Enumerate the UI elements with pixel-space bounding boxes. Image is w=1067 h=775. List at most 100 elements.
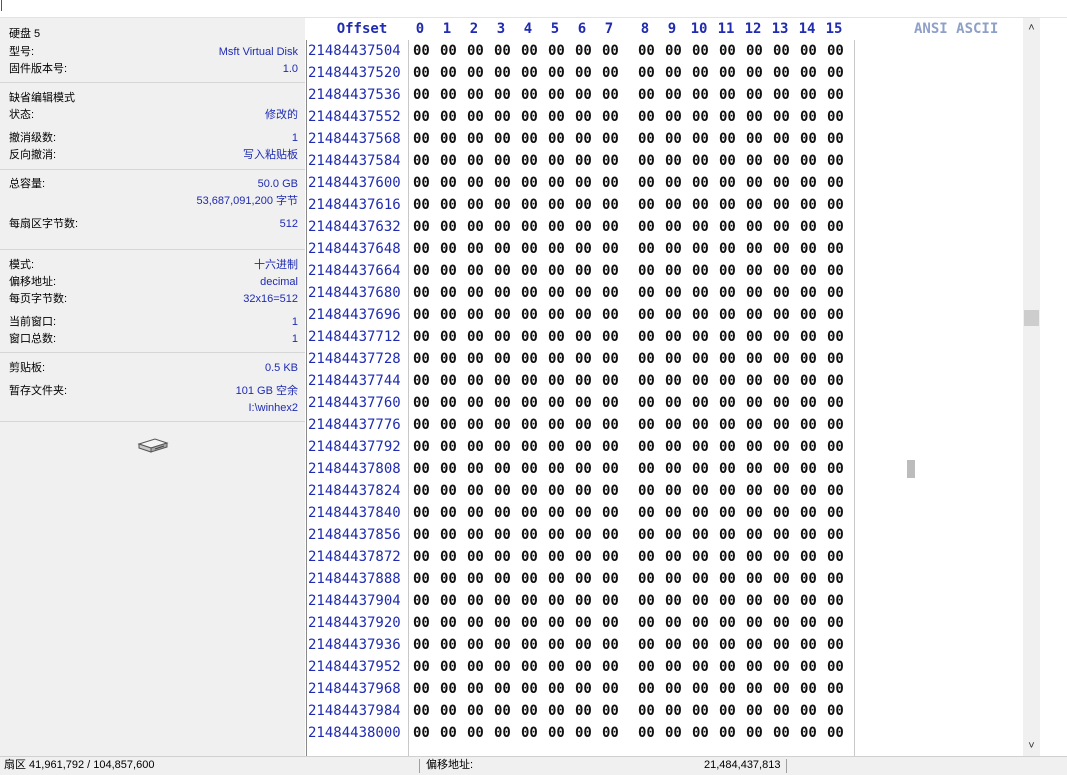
hex-byte[interactable]: 00: [602, 175, 619, 191]
hex-byte[interactable]: 00: [800, 197, 817, 213]
hex-byte[interactable]: 00: [773, 373, 790, 389]
hex-byte[interactable]: 00: [800, 109, 817, 125]
hex-byte[interactable]: 00: [602, 65, 619, 81]
hex-byte[interactable]: 00: [575, 109, 592, 125]
hex-byte[interactable]: 00: [521, 505, 538, 521]
hex-byte[interactable]: 00: [521, 131, 538, 147]
hex-row[interactable]: 21484438000 00 00 00 00 00 00 00 00 00 00 00 00 00 00 0…: [306, 722, 855, 744]
hex-byte[interactable]: 00: [467, 175, 484, 191]
hex-byte[interactable]: 00: [494, 351, 511, 367]
hex-byte[interactable]: 00: [602, 461, 619, 477]
hex-byte[interactable]: 00: [827, 153, 844, 169]
hex-byte[interactable]: 00: [638, 65, 655, 81]
hex-byte[interactable]: 00: [575, 197, 592, 213]
hex-byte[interactable]: 00: [521, 593, 538, 609]
hex-byte[interactable]: 00: [467, 417, 484, 433]
hex-byte[interactable]: 00: [548, 439, 565, 455]
hex-byte[interactable]: 00: [638, 219, 655, 235]
hex-byte[interactable]: 00: [746, 439, 763, 455]
hex-byte[interactable]: 00: [638, 175, 655, 191]
hex-byte[interactable]: 00: [746, 373, 763, 389]
hex-byte[interactable]: 00: [440, 351, 457, 367]
hex-row[interactable]: 21484437760 00 00 00 00 00 00 00 00 00 00 00 00 00 00 0…: [306, 392, 855, 414]
hex-byte[interactable]: 00: [746, 285, 763, 301]
hex-byte[interactable]: 00: [800, 593, 817, 609]
hex-byte[interactable]: 00: [548, 527, 565, 543]
hex-byte[interactable]: 00: [548, 285, 565, 301]
hex-byte[interactable]: 00: [467, 483, 484, 499]
hex-byte[interactable]: 00: [521, 417, 538, 433]
hex-byte[interactable]: 00: [413, 307, 430, 323]
hex-byte[interactable]: 00: [665, 219, 682, 235]
hex-row[interactable]: 21484437888 00 00 00 00 00 00 00 00 00 00 00 00 00 00 0…: [306, 568, 855, 590]
hex-byte[interactable]: 00: [494, 131, 511, 147]
hex-byte[interactable]: 00: [602, 527, 619, 543]
hex-byte[interactable]: 00: [719, 351, 736, 367]
hex-row[interactable]: 21484437568 00 00 00 00 00 00 00 00 00 00 00 00 00 00 0…: [306, 128, 855, 150]
hex-byte[interactable]: 00: [440, 549, 457, 565]
hex-byte[interactable]: 00: [827, 131, 844, 147]
hex-byte[interactable]: 00: [638, 153, 655, 169]
hex-byte[interactable]: 00: [827, 505, 844, 521]
hex-byte[interactable]: 00: [665, 329, 682, 345]
hex-byte[interactable]: 00: [800, 263, 817, 279]
hex-byte[interactable]: 00: [638, 505, 655, 521]
hex-byte[interactable]: 00: [638, 373, 655, 389]
hex-byte[interactable]: 00: [638, 615, 655, 631]
hex-byte[interactable]: 00: [575, 307, 592, 323]
hex-byte[interactable]: 00: [602, 43, 619, 59]
hex-byte[interactable]: 00: [521, 483, 538, 499]
hex-byte[interactable]: 00: [719, 571, 736, 587]
hex-byte[interactable]: 00: [746, 571, 763, 587]
hex-byte[interactable]: 00: [638, 659, 655, 675]
hex-byte[interactable]: 00: [827, 43, 844, 59]
hex-byte[interactable]: 00: [800, 153, 817, 169]
hex-byte[interactable]: 00: [575, 395, 592, 411]
hex-byte[interactable]: 00: [494, 527, 511, 543]
hex-byte[interactable]: 00: [746, 131, 763, 147]
hex-byte[interactable]: 00: [521, 307, 538, 323]
hex-byte[interactable]: 00: [719, 417, 736, 433]
hex-byte[interactable]: 00: [413, 461, 430, 477]
hex-byte[interactable]: 00: [521, 725, 538, 741]
hex-byte[interactable]: 00: [413, 219, 430, 235]
hex-byte[interactable]: 00: [467, 131, 484, 147]
hex-byte[interactable]: 00: [494, 659, 511, 675]
hex-row[interactable]: 21484437792 00 00 00 00 00 00 00 00 00 00 00 00 00 00 0…: [306, 436, 855, 458]
hex-byte[interactable]: 00: [575, 87, 592, 103]
hex-byte[interactable]: 00: [521, 703, 538, 719]
hex-byte[interactable]: 00: [467, 725, 484, 741]
hex-byte[interactable]: 00: [638, 307, 655, 323]
chevron-down-icon[interactable]: ˅: [1023, 736, 1040, 756]
hex-byte[interactable]: 00: [602, 703, 619, 719]
hex-byte[interactable]: 00: [602, 285, 619, 301]
hex-byte[interactable]: 00: [719, 285, 736, 301]
hex-byte[interactable]: 00: [440, 417, 457, 433]
hex-byte[interactable]: 00: [467, 615, 484, 631]
hex-byte[interactable]: 00: [800, 505, 817, 521]
hex-byte[interactable]: 00: [548, 703, 565, 719]
hex-byte[interactable]: 00: [440, 43, 457, 59]
hex-byte[interactable]: 00: [800, 527, 817, 543]
hex-byte[interactable]: 00: [692, 263, 709, 279]
hex-byte[interactable]: 00: [638, 87, 655, 103]
hex-byte[interactable]: 00: [440, 87, 457, 103]
hex-byte[interactable]: 00: [548, 395, 565, 411]
hex-byte[interactable]: 00: [467, 593, 484, 609]
hex-byte[interactable]: 00: [548, 175, 565, 191]
vertical-scrollbar[interactable]: ˄ ˅: [1023, 18, 1040, 756]
hex-byte[interactable]: 00: [413, 637, 430, 653]
hex-byte[interactable]: 00: [827, 241, 844, 257]
hex-byte[interactable]: 00: [467, 307, 484, 323]
hex-byte[interactable]: 00: [692, 43, 709, 59]
hex-byte[interactable]: 00: [467, 43, 484, 59]
hex-byte[interactable]: 00: [494, 681, 511, 697]
hex-byte[interactable]: 00: [800, 417, 817, 433]
hex-byte[interactable]: 00: [773, 549, 790, 565]
hex-byte[interactable]: 00: [602, 131, 619, 147]
hex-byte[interactable]: 00: [692, 131, 709, 147]
hex-byte[interactable]: 00: [800, 285, 817, 301]
hex-byte[interactable]: 00: [440, 175, 457, 191]
hex-byte[interactable]: 00: [440, 395, 457, 411]
hex-byte[interactable]: 00: [413, 571, 430, 587]
